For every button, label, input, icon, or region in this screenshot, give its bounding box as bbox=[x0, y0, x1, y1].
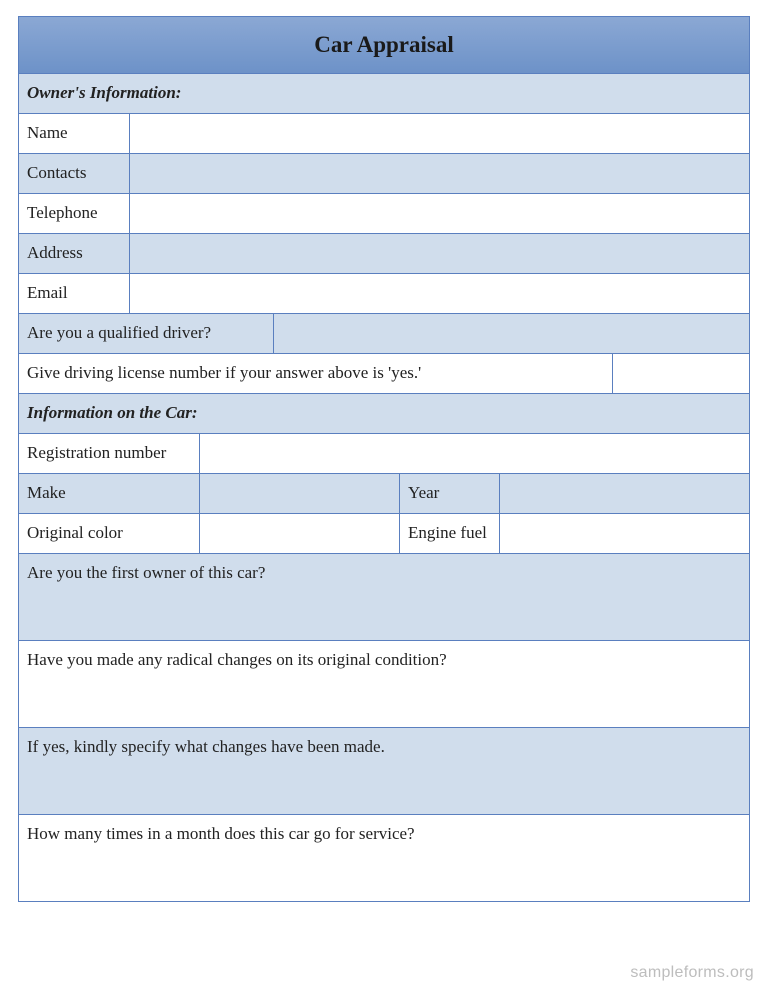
address-row: Address bbox=[19, 233, 749, 273]
qualified-driver-label: Are you a qualified driver? bbox=[19, 314, 273, 353]
make-label: Make bbox=[19, 474, 199, 513]
telephone-row: Telephone bbox=[19, 193, 749, 233]
first-owner-question[interactable]: Are you the first owner of this car? bbox=[19, 554, 749, 640]
form-header-row: Car Appraisal bbox=[19, 17, 749, 73]
radical-changes-question[interactable]: Have you made any radical changes on its… bbox=[19, 641, 749, 727]
specify-changes-row: If yes, kindly specify what changes have… bbox=[19, 727, 749, 814]
service-frequency-row: How many times in a month does this car … bbox=[19, 814, 749, 901]
make-year-row: Make Year bbox=[19, 473, 749, 513]
fuel-field[interactable] bbox=[499, 514, 749, 553]
qualified-driver-field[interactable] bbox=[273, 314, 749, 353]
email-row: Email bbox=[19, 273, 749, 313]
address-field[interactable] bbox=[129, 234, 749, 273]
name-label: Name bbox=[19, 114, 129, 153]
color-field[interactable] bbox=[199, 514, 399, 553]
car-appraisal-form: Car Appraisal Owner's Information: Name … bbox=[18, 16, 750, 902]
first-owner-row: Are you the first owner of this car? bbox=[19, 553, 749, 640]
email-label: Email bbox=[19, 274, 129, 313]
fuel-label: Engine fuel bbox=[399, 514, 499, 553]
contacts-row: Contacts bbox=[19, 153, 749, 193]
address-label: Address bbox=[19, 234, 129, 273]
qualified-driver-row: Are you a qualified driver? bbox=[19, 313, 749, 353]
car-section-heading-row: Information on the Car: bbox=[19, 393, 749, 433]
name-row: Name bbox=[19, 113, 749, 153]
license-label: Give driving license number if your answ… bbox=[19, 354, 612, 393]
owner-section-heading-row: Owner's Information: bbox=[19, 73, 749, 113]
watermark: sampleforms.org bbox=[630, 964, 754, 982]
year-field[interactable] bbox=[499, 474, 749, 513]
registration-row: Registration number bbox=[19, 433, 749, 473]
owner-section-heading: Owner's Information: bbox=[19, 74, 749, 113]
radical-changes-row: Have you made any radical changes on its… bbox=[19, 640, 749, 727]
telephone-field[interactable] bbox=[129, 194, 749, 233]
color-label: Original color bbox=[19, 514, 199, 553]
service-frequency-question[interactable]: How many times in a month does this car … bbox=[19, 815, 749, 901]
year-label: Year bbox=[399, 474, 499, 513]
license-row: Give driving license number if your answ… bbox=[19, 353, 749, 393]
car-section-heading: Information on the Car: bbox=[19, 394, 749, 433]
contacts-label: Contacts bbox=[19, 154, 129, 193]
license-field[interactable] bbox=[612, 354, 749, 393]
contacts-field[interactable] bbox=[129, 154, 749, 193]
color-fuel-row: Original color Engine fuel bbox=[19, 513, 749, 553]
email-field[interactable] bbox=[129, 274, 749, 313]
specify-changes-question[interactable]: If yes, kindly specify what changes have… bbox=[19, 728, 749, 814]
registration-label: Registration number bbox=[19, 434, 199, 473]
make-field[interactable] bbox=[199, 474, 399, 513]
registration-field[interactable] bbox=[199, 434, 749, 473]
name-field[interactable] bbox=[129, 114, 749, 153]
form-title: Car Appraisal bbox=[19, 23, 749, 68]
telephone-label: Telephone bbox=[19, 194, 129, 233]
